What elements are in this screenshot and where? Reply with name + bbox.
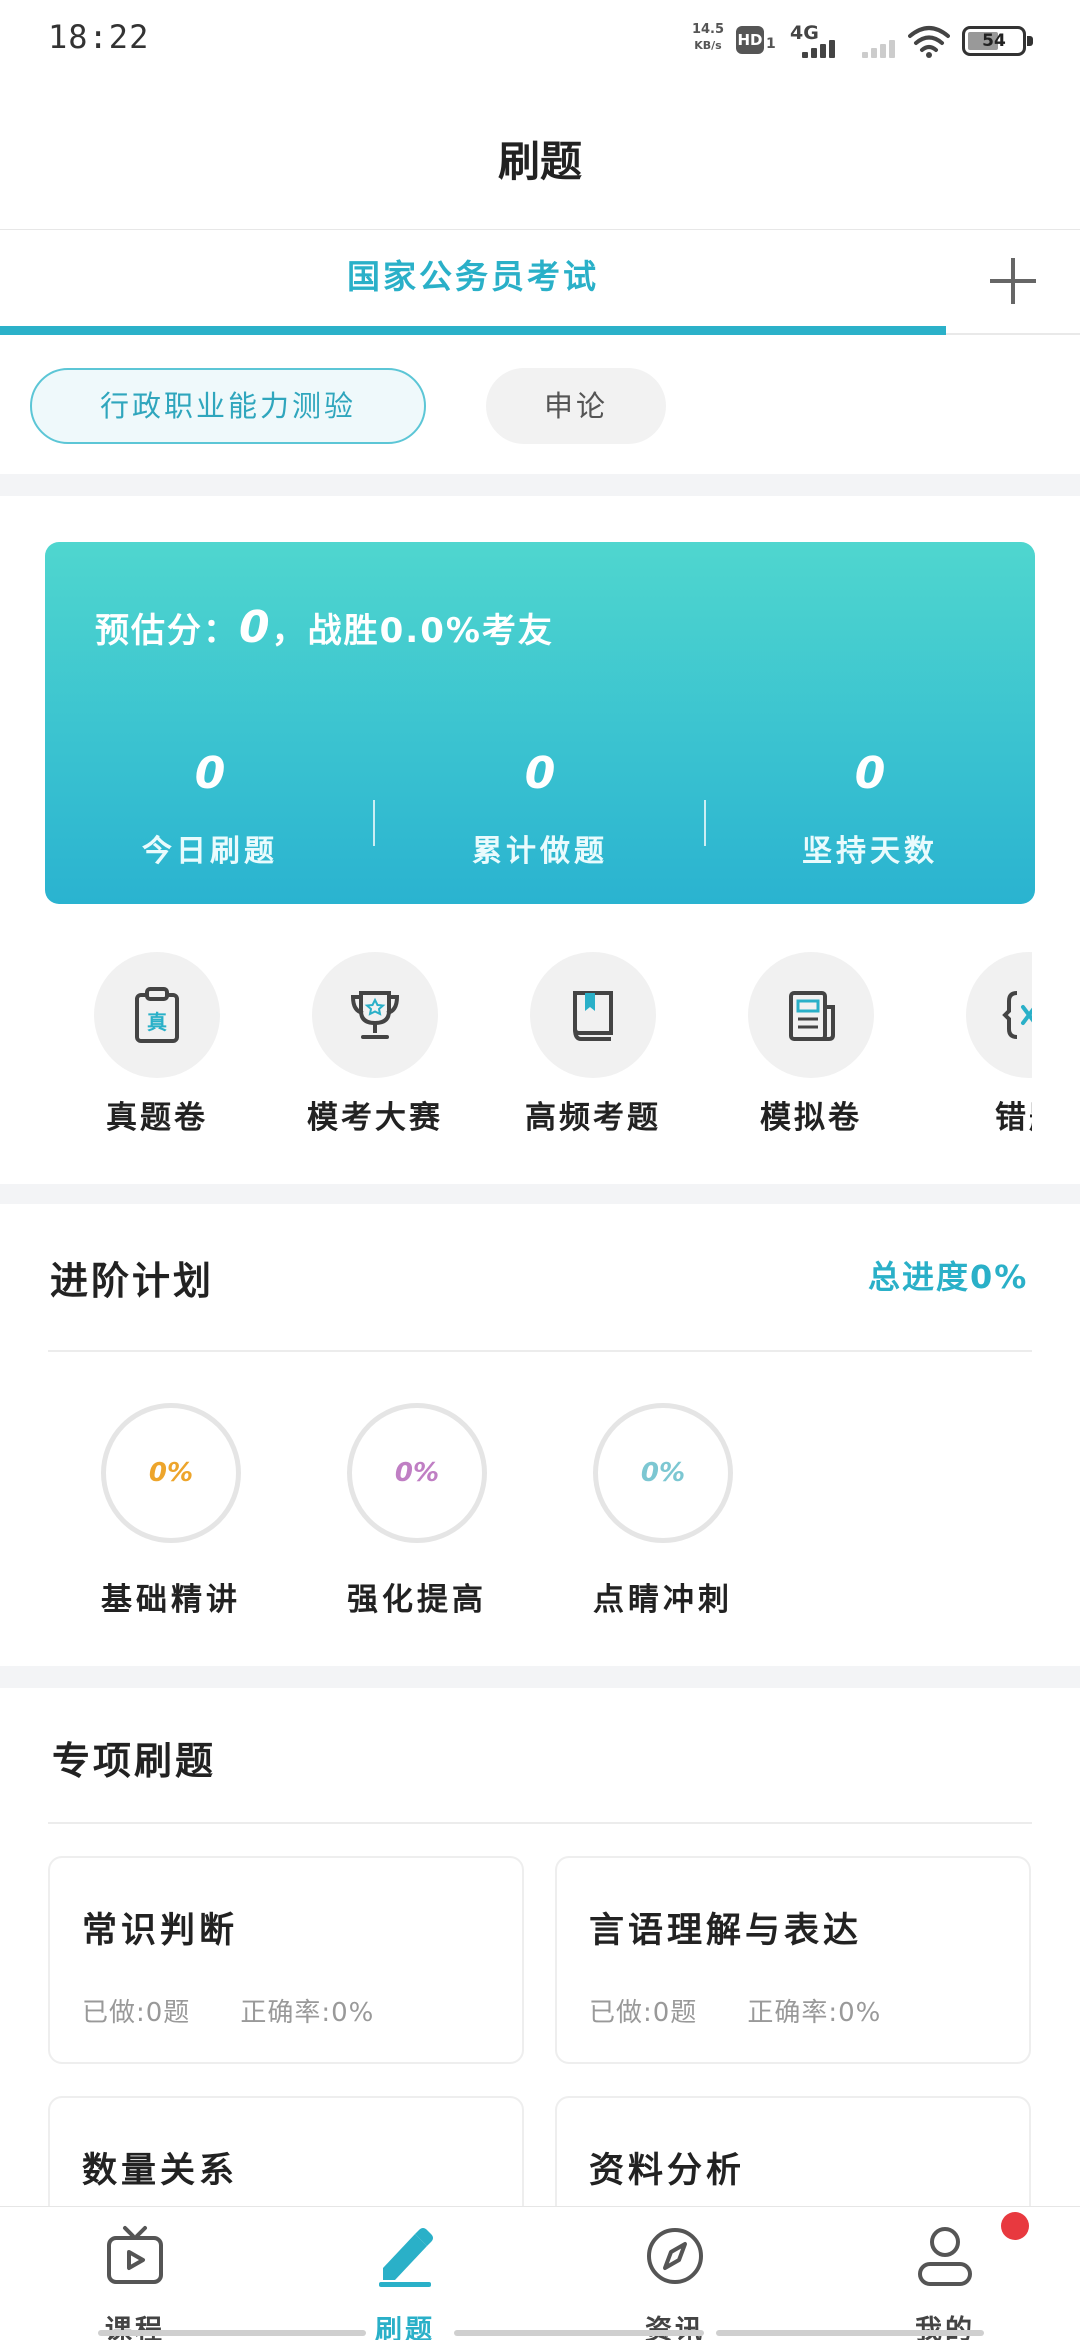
done-count: 已做:0题 xyxy=(82,1998,191,2028)
plus-icon[interactable] xyxy=(990,258,1036,304)
book-icon xyxy=(573,991,613,1041)
notification-badge xyxy=(1001,2212,1029,2240)
wrong-questions-icon xyxy=(1002,991,1032,1039)
subject-chip-shenlun[interactable]: 申论 xyxy=(486,368,666,444)
person-icon xyxy=(918,2227,972,2286)
plan-stage-sprint[interactable]: 0% xyxy=(593,1403,733,1543)
tv-icon xyxy=(107,2226,163,2284)
newspaper-icon xyxy=(789,991,835,1041)
clipboard-icon: 真 xyxy=(135,987,179,1043)
plan-stage-basic[interactable]: 0% xyxy=(101,1403,241,1543)
accuracy: 正确率:0% xyxy=(747,1998,882,2028)
page-title: 刷题 xyxy=(497,137,582,186)
pen-icon xyxy=(379,2228,433,2287)
battery-icon: 54 xyxy=(962,26,1033,56)
gesture-bar xyxy=(454,2330,704,2336)
tab-divider xyxy=(946,333,1080,335)
divider xyxy=(48,1822,1032,1824)
stat-days-label: 坚持天数 xyxy=(802,834,938,869)
signal-secondary-icon xyxy=(862,38,902,58)
plan-stage-sprint-label: 点睛冲刺 xyxy=(593,1582,733,1618)
signal-icon xyxy=(802,38,842,58)
stat-total-label: 累计做题 xyxy=(472,834,608,869)
stat-total-value: 0 xyxy=(524,748,556,799)
stat-today-label: 今日刷题 xyxy=(142,834,278,869)
estimated-score: 预估分：0，战胜0.0%考友 xyxy=(95,602,554,653)
plan-stage-basic-label: 基础精讲 xyxy=(101,1582,241,1618)
plan-stage-advanced-label: 强化提高 xyxy=(347,1582,487,1618)
stat-days-value: 0 xyxy=(854,748,886,799)
progress-percent: 0% xyxy=(148,1458,194,1488)
wifi-icon xyxy=(908,26,950,58)
tab-exam-active[interactable]: 国家公务员考试 xyxy=(0,250,946,298)
practice-card-common-sense[interactable]: 常识判断 已做:0题 正确率:0% xyxy=(48,1856,524,2064)
tab-indicator xyxy=(0,326,946,335)
progress-percent: 0% xyxy=(640,1458,686,1488)
quick-entry-scroller[interactable]: 真 真题卷 模考大赛 高频考题 模拟卷 错 xyxy=(0,940,1032,1160)
plan-stage-advanced[interactable]: 0% xyxy=(347,1403,487,1543)
gesture-bar xyxy=(98,2330,366,2336)
svg-text:真: 真 xyxy=(147,1010,167,1034)
hd-sub: 1 xyxy=(766,36,776,52)
compass-icon xyxy=(647,2228,703,2284)
hd-badge: HD xyxy=(736,26,764,54)
plan-title: 进阶计划 xyxy=(50,1259,215,1303)
progress-percent: 0% xyxy=(394,1458,440,1488)
stat-today-value: 0 xyxy=(194,748,226,799)
practice-card-verbal[interactable]: 言语理解与表达 已做:0题 正确率:0% xyxy=(555,1856,1031,2064)
subject-chip-xingce[interactable]: 行政职业能力测验 xyxy=(30,368,426,444)
accuracy: 正确率:0% xyxy=(240,1998,375,2028)
network-speed: 14.5 KB/s xyxy=(691,22,725,52)
plan-total-progress: 总进度0% xyxy=(868,1258,1029,1296)
gesture-bar xyxy=(716,2330,984,2336)
divider xyxy=(48,1350,1032,1352)
done-count: 已做:0题 xyxy=(589,1998,698,2028)
trophy-icon xyxy=(350,991,400,1039)
practice-title: 专项刷题 xyxy=(52,1739,217,1783)
status-time: 18:22 xyxy=(48,18,150,56)
